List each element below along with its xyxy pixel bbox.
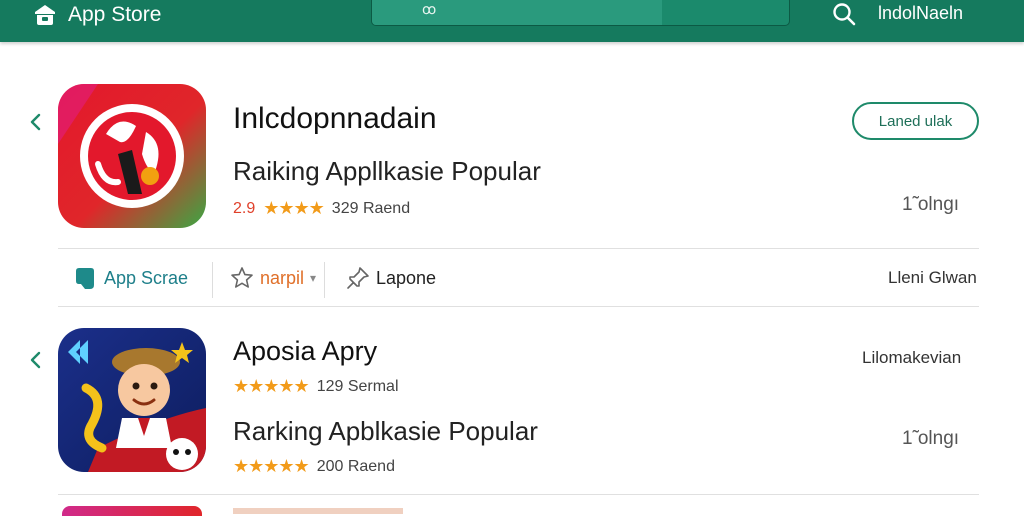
- chevron-left-icon[interactable]: [28, 112, 42, 132]
- app-title-3: [233, 508, 403, 514]
- app-logo-icon: [58, 84, 206, 228]
- app-store-tab[interactable]: App Scrae: [72, 262, 188, 294]
- brand-label: App Store: [68, 3, 162, 26]
- share-button[interactable]: Lapone: [346, 262, 436, 294]
- app-icon-1[interactable]: [58, 84, 206, 228]
- app-icon-2[interactable]: [58, 328, 206, 472]
- user-name[interactable]: lndolNaeln: [878, 3, 963, 24]
- divider: [324, 262, 325, 298]
- app-title-1[interactable]: Inlcdopnnadain: [233, 102, 437, 136]
- bag-icon: [76, 268, 94, 289]
- app-title-2[interactable]: Aposia Apry: [233, 336, 377, 367]
- divider: [58, 494, 979, 495]
- search-input[interactable]: ꝏ: [371, 0, 790, 26]
- star-icon: [231, 267, 253, 288]
- share-label: Lapone: [376, 267, 437, 288]
- divider: [58, 306, 979, 307]
- review-count: 200 Raend: [316, 457, 395, 475]
- top-bar: App Store ꝏ lndolNaeln: [0, 0, 1024, 42]
- divider: [212, 262, 213, 298]
- divider: [58, 248, 979, 249]
- star-rating-icon: ★★★★★: [233, 456, 310, 476]
- pin-icon: [347, 267, 369, 289]
- app-rating-1: 2.9 ★★★★ 329 Raend: [233, 198, 410, 219]
- chevron-down-icon: ▾: [310, 271, 317, 285]
- rating-value: 2.9: [233, 199, 256, 217]
- install-button[interactable]: Laned ulak: [852, 102, 979, 140]
- app-subtitle-1: Raiking Appllkasie Popular: [233, 156, 541, 186]
- chevron-left-icon[interactable]: [28, 350, 42, 370]
- star-rating-icon: ★★★★★: [233, 376, 310, 396]
- rate-button[interactable]: narpil ▾: [230, 262, 316, 294]
- search-highlight: [372, 0, 662, 25]
- review-count: 1​29 Sermal: [316, 377, 399, 395]
- brand[interactable]: App Store: [32, 0, 161, 30]
- star-rating-icon: ★★★★: [263, 198, 325, 218]
- app-store-logo-icon: [35, 5, 55, 25]
- app-icon-3[interactable]: [62, 506, 202, 516]
- search-text: ꝏ: [422, 1, 437, 17]
- developer-link[interactable]: Lleni Glwan: [888, 268, 977, 288]
- app-rating-2b: ★★★★★ 200 Raend: [233, 456, 395, 477]
- game-character-icon: [58, 328, 206, 472]
- rate-label: narpil: [260, 267, 305, 288]
- developer-link[interactable]: Lilomakevian: [862, 348, 961, 368]
- app-size-2: 1̃ olngı: [902, 428, 960, 449]
- app-rating-2a: ★★★★★ 1​29 Sermal: [233, 376, 399, 397]
- search-icon[interactable]: [831, 1, 857, 27]
- app-store-tab-label: App Scrae: [104, 267, 189, 288]
- review-count: 329 Raend: [331, 199, 411, 217]
- app-subtitle-2: Rarking Apblkasie Popular: [233, 416, 538, 446]
- app-size-1: 1̃ olngı: [902, 194, 960, 215]
